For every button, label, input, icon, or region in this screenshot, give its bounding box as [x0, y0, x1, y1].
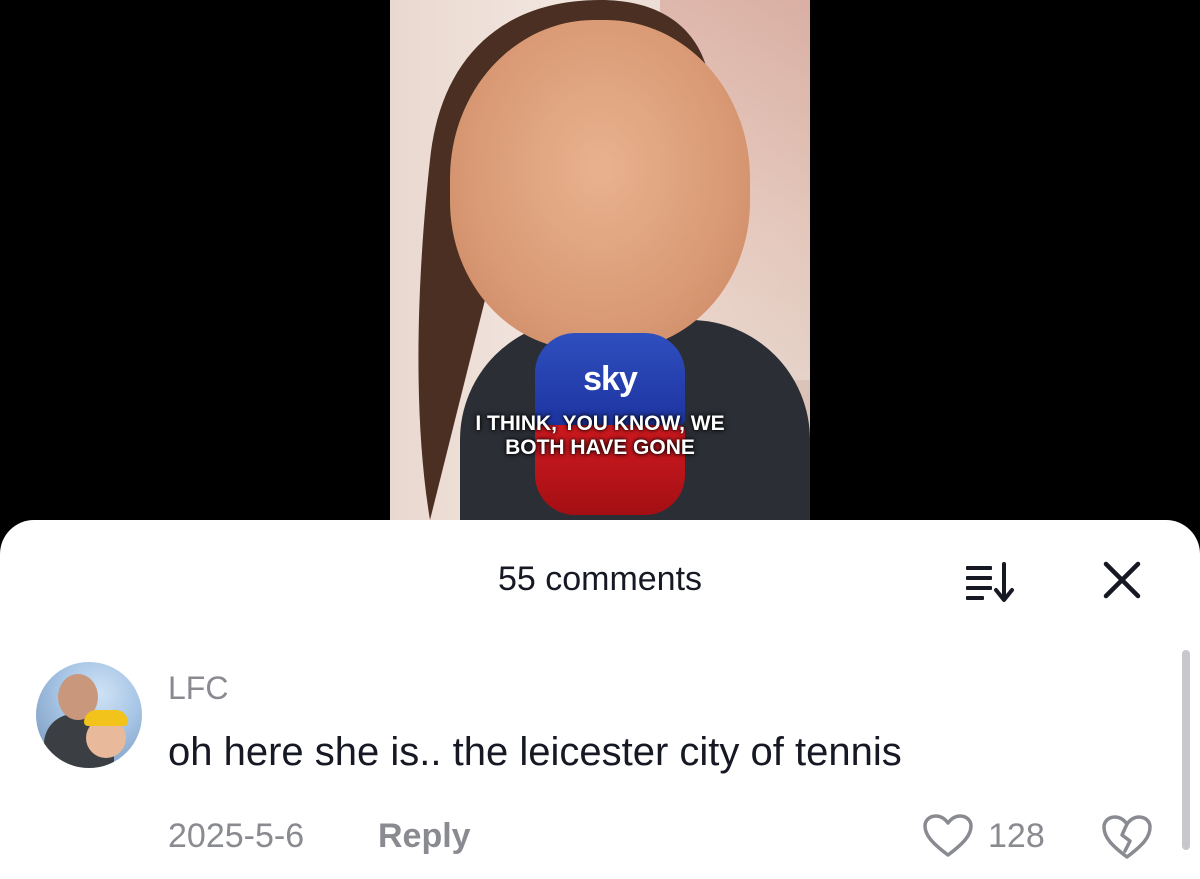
broken-heart-icon[interactable] — [1100, 813, 1154, 861]
comment-text: oh here she is.. the leicester city of t… — [168, 730, 902, 774]
sort-list-icon[interactable] — [960, 558, 1020, 606]
comments-sheet: 55 comments LFC oh here she is.. the lei… — [0, 520, 1200, 879]
avatar[interactable] — [36, 662, 142, 768]
like-count: 128 — [988, 817, 1045, 855]
video-area[interactable]: sky I THINK, YOU KNOW, WE BOTH HAVE GONE — [0, 0, 1200, 540]
video-caption: I THINK, YOU KNOW, WE BOTH HAVE GONE — [390, 412, 810, 460]
comment-date: 2025-5-6 — [168, 817, 305, 855]
close-icon[interactable] — [1098, 556, 1146, 604]
face — [450, 20, 750, 350]
reply-button[interactable]: Reply — [378, 817, 471, 856]
caption-line-1: I THINK, YOU KNOW, WE — [475, 412, 725, 435]
comment-username[interactable]: LFC — [168, 670, 228, 707]
scrollbar[interactable] — [1182, 650, 1190, 850]
caption-line-2: BOTH HAVE GONE — [505, 436, 695, 459]
heart-outline-icon[interactable] — [922, 813, 974, 859]
video-frame[interactable]: sky I THINK, YOU KNOW, WE BOTH HAVE GONE — [390, 0, 810, 520]
avatar-child-hat — [84, 710, 128, 726]
comments-title: 55 comments — [497, 560, 703, 598]
microphone-logo: sky — [583, 360, 638, 398]
